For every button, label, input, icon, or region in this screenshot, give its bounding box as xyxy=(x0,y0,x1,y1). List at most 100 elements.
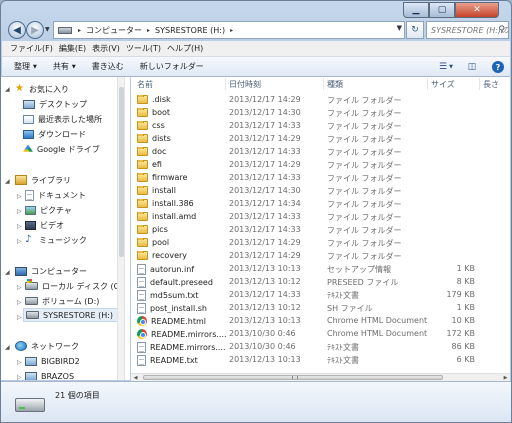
file-row[interactable]: pics 2013/12/17 14:33 ファイル フォルダー xyxy=(131,224,510,237)
file-name-cell[interactable]: dists xyxy=(137,134,229,143)
new-folder-button[interactable]: 新しいフォルダー xyxy=(140,61,204,72)
scroll-left-icon[interactable]: ◀ xyxy=(131,374,140,381)
organize-button[interactable]: 整理 ▼ xyxy=(14,61,37,72)
file-name-cell[interactable]: README.mirrors.... xyxy=(137,329,229,339)
recent-pages-dropdown-icon[interactable]: ▼ xyxy=(45,26,50,33)
horizontal-scrollbar[interactable]: ◀ ▶ xyxy=(131,373,510,381)
file-row[interactable]: install.386 2013/12/17 14:34 ファイル フォルダー xyxy=(131,198,510,211)
file-name-cell[interactable]: README.mirrors.... xyxy=(137,342,229,353)
collapse-computer-icon[interactable]: ◢ xyxy=(5,269,10,276)
menu-tools[interactable]: ツール(T) xyxy=(126,43,167,54)
file-row[interactable]: install.amd 2013/12/17 14:33 ファイル フォルダー xyxy=(131,211,510,224)
expand-brazos-icon[interactable]: ▷ xyxy=(17,374,22,380)
refresh-button[interactable]: ↻ xyxy=(406,21,424,39)
address-history-dropdown-icon[interactable]: ▼ xyxy=(397,24,402,32)
file-name-cell[interactable]: recovery xyxy=(137,251,229,260)
expand-videos-icon[interactable]: ▷ xyxy=(17,223,22,230)
menu-edit[interactable]: 編集(E) xyxy=(59,43,92,54)
file-name-cell[interactable]: efi xyxy=(137,160,229,169)
menu-file[interactable]: ファイル(F) xyxy=(10,43,59,54)
column-divider[interactable] xyxy=(479,78,480,90)
file-row[interactable]: .disk 2013/12/17 14:29 ファイル フォルダー xyxy=(131,94,510,107)
menu-view[interactable]: 表示(V) xyxy=(92,43,126,54)
navigation-scrollbar[interactable] xyxy=(117,77,124,380)
burn-button[interactable]: 書き込む xyxy=(92,61,124,72)
column-header-size[interactable]: サイズ xyxy=(431,79,455,90)
file-name-cell[interactable]: post_install.sh xyxy=(137,303,229,314)
menu-help[interactable]: ヘルプ(H) xyxy=(167,43,209,54)
file-name-cell[interactable]: pics xyxy=(137,225,229,234)
nav-brazos[interactable]: BRAZOS xyxy=(25,369,74,380)
preview-pane-icon[interactable]: ◫ xyxy=(464,60,480,74)
breadcrumb-sysrestore[interactable]: SYSRESTORE (H:) xyxy=(152,26,228,35)
column-header-length[interactable]: 長さ xyxy=(483,79,499,90)
column-divider[interactable] xyxy=(427,78,428,90)
forward-button[interactable]: ▶ xyxy=(26,21,44,39)
nav-music[interactable]: ♪ ミュージック xyxy=(25,233,87,247)
file-row[interactable]: post_install.sh 2013/12/13 10:12 SH ファイル 1 … xyxy=(131,302,510,315)
file-row[interactable]: pool 2013/12/17 14:29 ファイル フォルダー xyxy=(131,237,510,250)
file-name-cell[interactable]: .disk xyxy=(137,95,229,104)
minimize-button[interactable]: ▁ xyxy=(403,2,429,18)
scroll-right-icon[interactable]: ▶ xyxy=(501,374,510,381)
nav-google-drive[interactable]: Google ドライブ xyxy=(23,142,100,156)
expand-documents-icon[interactable]: ▷ xyxy=(17,193,22,200)
expand-bigbird2-icon[interactable]: ▷ xyxy=(17,359,22,366)
file-name-cell[interactable]: README.txt xyxy=(137,355,229,366)
expand-local-disk-icon[interactable]: ▷ xyxy=(17,284,22,291)
nav-bigbird2[interactable]: BIGBIRD2 xyxy=(25,354,80,368)
expand-music-icon[interactable]: ▷ xyxy=(17,238,22,245)
collapse-favorites-icon[interactable]: ◢ xyxy=(5,86,10,93)
breadcrumb-computer[interactable]: コンピューター xyxy=(83,25,145,36)
nav-desktop[interactable]: デスクトップ xyxy=(23,97,87,111)
close-button[interactable]: ✕ xyxy=(455,2,499,18)
column-divider[interactable] xyxy=(323,78,324,90)
search-input[interactable]: SYSRESTORE (H:)の検索 ⚲ xyxy=(426,21,509,39)
nav-favorites[interactable]: ★ お気に入り xyxy=(15,82,69,96)
file-row[interactable]: firmware 2013/12/17 14:33 ファイル フォルダー xyxy=(131,172,510,185)
file-row[interactable]: README.mirrors.... 2013/10/30 0:46 ﾃｷｽﾄ文書 8… xyxy=(131,341,510,354)
collapse-network-icon[interactable]: ◢ xyxy=(5,344,10,351)
file-row[interactable]: boot 2013/12/17 14:30 ファイル フォルダー xyxy=(131,107,510,120)
share-button[interactable]: 共有 ▼ xyxy=(53,61,76,72)
nav-videos[interactable]: ビデオ xyxy=(25,218,64,232)
column-header-type[interactable]: 種類 xyxy=(327,79,343,90)
column-header-date[interactable]: 日付時刻 xyxy=(229,79,261,90)
file-name-cell[interactable]: boot xyxy=(137,108,229,117)
file-row[interactable]: install 2013/12/17 14:30 ファイル フォルダー xyxy=(131,185,510,198)
expand-sysrestore-icon[interactable]: ▷ xyxy=(17,314,22,321)
breadcrumb-separator-icon[interactable]: ▸ xyxy=(145,27,152,34)
file-name-cell[interactable]: css xyxy=(137,121,229,130)
file-row[interactable]: autorun.inf 2013/12/13 10:13 セットアップ情報 1 KB xyxy=(131,263,510,276)
file-row[interactable]: README.txt 2013/12/13 10:13 ﾃｷｽﾄ文書 6 KB xyxy=(131,354,510,367)
file-name-cell[interactable]: md5sum.txt xyxy=(137,290,229,301)
file-name-cell[interactable]: install.amd xyxy=(137,212,229,221)
scrollbar-thumb[interactable] xyxy=(143,375,443,380)
file-row[interactable]: doc 2013/12/17 14:33 ファイル フォルダー xyxy=(131,146,510,159)
help-button[interactable]: ? xyxy=(490,60,506,74)
file-name-cell[interactable]: default.preseed xyxy=(137,277,229,288)
nav-documents[interactable]: ドキュメント xyxy=(25,188,86,202)
file-name-cell[interactable]: firmware xyxy=(137,173,229,182)
file-name-cell[interactable]: doc xyxy=(137,147,229,156)
file-name-cell[interactable]: README.html xyxy=(137,316,229,326)
column-header-name[interactable]: 名前 xyxy=(137,79,153,90)
nav-recent-places[interactable]: 最近表示した場所 xyxy=(23,112,102,126)
file-row[interactable]: efi 2013/12/17 14:29 ファイル フォルダー xyxy=(131,159,510,172)
view-options-icon[interactable]: ☰ ▼ xyxy=(438,60,454,74)
expand-pictures-icon[interactable]: ▷ xyxy=(17,208,22,215)
file-row[interactable]: recovery 2013/12/17 14:29 ファイル フォルダー xyxy=(131,250,510,263)
nav-sysrestore[interactable]: SYSRESTORE (H:) xyxy=(23,308,118,322)
collapse-libraries-icon[interactable]: ◢ xyxy=(5,178,10,185)
search-icon[interactable]: ⚲ xyxy=(498,25,505,35)
expand-volume-d-icon[interactable]: ▷ xyxy=(17,299,22,306)
file-row[interactable]: md5sum.txt 2013/12/17 14:33 ﾃｷｽﾄ文書 179 KB xyxy=(131,289,510,302)
file-name-cell[interactable]: pool xyxy=(137,238,229,247)
nav-libraries[interactable]: ライブラリ xyxy=(15,173,71,187)
file-row[interactable]: dists 2013/12/17 14:29 ファイル フォルダー xyxy=(131,133,510,146)
pane-splitter[interactable] xyxy=(124,77,130,380)
maximize-button[interactable]: ▢ xyxy=(429,2,455,18)
nav-computer[interactable]: コンピューター xyxy=(15,264,87,278)
nav-downloads[interactable]: ダウンロード xyxy=(23,127,86,141)
nav-volume-d[interactable]: ボリューム (D:) xyxy=(25,294,99,308)
